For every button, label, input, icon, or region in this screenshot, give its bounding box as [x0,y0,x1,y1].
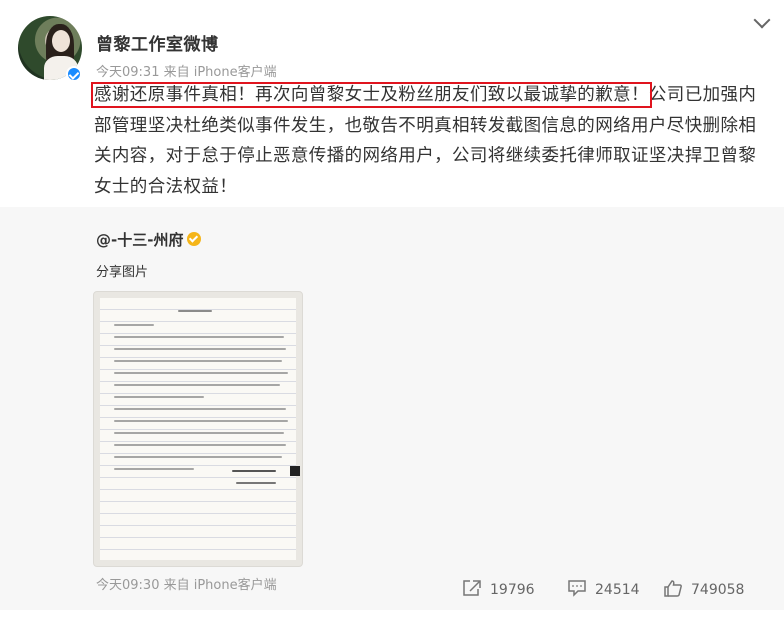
letter-line [114,456,282,458]
highlighted-sentence: 感谢还原事件真相！再次向曾黎女士及粉丝朋友们致以最诚挚的歉意！ [91,82,652,108]
stamp [290,466,300,476]
forward-icon [463,580,481,596]
username[interactable]: 曾黎工作室微博 [96,30,219,55]
letter-line [114,336,284,338]
comment-button[interactable]: 24514 [567,579,640,598]
letter-line [114,432,284,434]
post-text: 感谢还原事件真相！再次向曾黎女士及粉丝朋友们致以最诚挚的歉意！公司已加强内部管理… [91,80,770,202]
shared-image[interactable] [93,291,303,567]
comment-icon [568,580,586,597]
handwritten-letter-image [100,298,300,560]
letter-line [114,468,194,470]
verified-icon [66,66,82,82]
signature [232,470,276,472]
post-meta: 今天09:31 来自 iPhone客户端 [96,65,277,80]
letter-line [114,396,204,398]
gold-verified-icon [187,232,202,246]
letter-line [114,348,286,350]
repost-card[interactable]: @-十三-州府 分享图片 今天09:30 来自 iPhone客户端 19796 … [0,207,784,610]
avatar-face [52,30,70,52]
letter-line [114,324,154,326]
letter-line [114,372,288,374]
forward-button[interactable]: 19796 [462,579,535,598]
forward-count: 19796 [490,582,535,598]
letter-line [114,420,288,422]
like-count: 749058 [691,582,745,598]
repost-time: 今天09:30 来自 iPhone客户端 [96,578,277,593]
chevron-down-icon[interactable] [753,11,771,29]
comment-count: 24514 [595,582,640,598]
signature-date [236,482,276,484]
like-icon [664,580,682,597]
original-author[interactable]: @-十三-州府 [96,229,202,250]
letter-line [114,360,282,362]
share-text: 分享图片 [96,265,149,280]
letter-line [114,444,286,446]
letter-line [114,408,286,410]
letter-line [114,384,280,386]
letter-heading [178,310,212,312]
original-author-name[interactable]: @-十三-州府 [96,231,183,249]
like-button[interactable]: 749058 [663,579,744,598]
